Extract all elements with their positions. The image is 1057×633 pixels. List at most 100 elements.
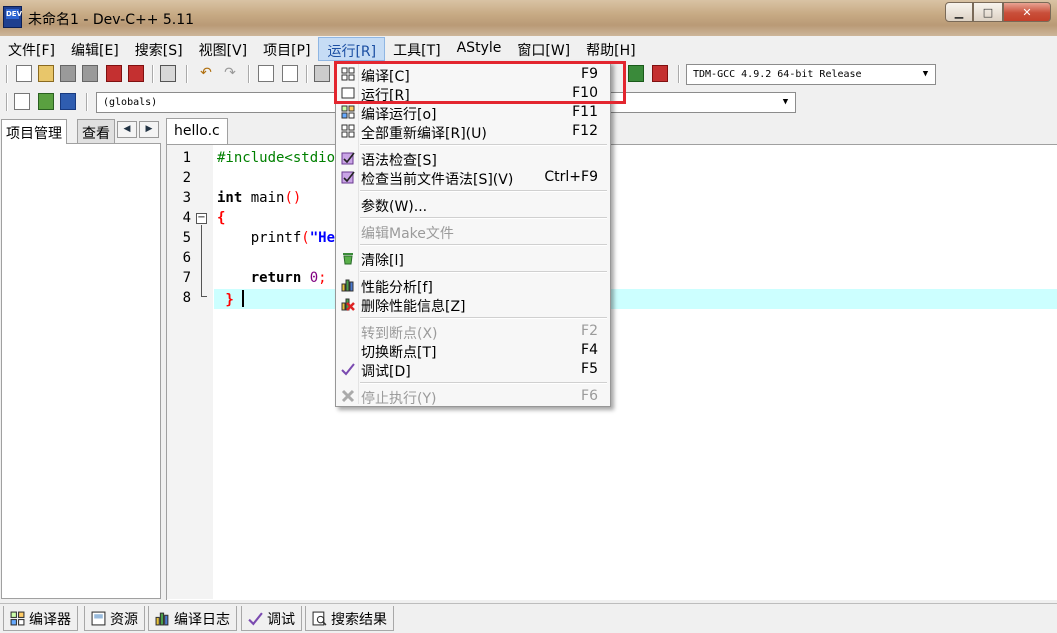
code-editor[interactable]: 1 2 3 4 5 6 7 8 − #include<stdio.h> int … bbox=[166, 144, 1057, 600]
menu-edit[interactable]: 编辑[E] bbox=[63, 37, 127, 61]
run-menu-goto-breakpoint[interactable]: 转到断点(X) F2 bbox=[338, 322, 608, 342]
line-number: 2 bbox=[182, 170, 191, 186]
minimize-icon: ▁ bbox=[954, 5, 964, 19]
tab-label: 编译日志 bbox=[174, 612, 230, 628]
menu-item-shortcut: F4 bbox=[581, 342, 598, 358]
run-menu-parameters[interactable]: 参数(W)... bbox=[338, 195, 608, 215]
run-menu-syntax-check[interactable]: 语法检查[S] bbox=[338, 149, 608, 169]
menu-window[interactable]: 窗口[W] bbox=[509, 37, 578, 61]
run-menu-rebuild-all[interactable]: 全部重新编译[R](U) F12 bbox=[338, 122, 608, 142]
print-icon[interactable] bbox=[160, 65, 176, 82]
line-number: 8 bbox=[182, 290, 191, 306]
run-menu-clean[interactable]: 清除[l] bbox=[338, 249, 608, 269]
fold-toggle-icon[interactable]: − bbox=[196, 213, 207, 224]
menu-run[interactable]: 运行[R] bbox=[318, 37, 386, 61]
maximize-button[interactable]: □ bbox=[973, 2, 1003, 22]
toolbar-grip bbox=[6, 65, 8, 83]
find-icon[interactable] bbox=[258, 65, 274, 82]
syntax-check-file-icon bbox=[341, 171, 355, 184]
menu-tools[interactable]: 工具[T] bbox=[385, 37, 448, 61]
insert-icon[interactable] bbox=[14, 93, 30, 110]
function-name: main bbox=[242, 190, 285, 206]
line-number: 5 bbox=[182, 230, 191, 246]
run-menu-delete-profile[interactable]: 删除性能信息[Z] bbox=[338, 295, 608, 315]
fold-guide bbox=[201, 225, 202, 297]
toolbar-separator bbox=[678, 65, 680, 83]
tab-compiler[interactable]: 编译器 bbox=[3, 606, 78, 631]
compiler-select[interactable]: TDM-GCC 4.9.2 64-bit Release ▼ bbox=[686, 64, 936, 85]
menu-separator bbox=[360, 144, 607, 146]
line-number: 7 bbox=[182, 270, 191, 286]
save-all-icon[interactable] bbox=[82, 65, 98, 82]
tab-debug[interactable]: 调试 bbox=[241, 606, 302, 631]
search-results-icon bbox=[312, 611, 327, 626]
compile-log-icon bbox=[155, 612, 169, 626]
tab-scroll-right-icon[interactable]: ▶ bbox=[139, 121, 159, 138]
close-icon: ✕ bbox=[1022, 5, 1032, 19]
line-number: 6 bbox=[182, 250, 191, 266]
menu-view[interactable]: 视图[V] bbox=[191, 37, 256, 61]
clean-icon bbox=[343, 253, 353, 265]
code-line-4: { bbox=[217, 210, 226, 226]
code-line-8: } bbox=[217, 290, 245, 308]
menu-search[interactable]: 搜索[S] bbox=[127, 37, 191, 61]
menu-item-label: 转到断点(X) bbox=[361, 326, 438, 342]
run-menu-stop[interactable]: 停止执行(Y) F6 bbox=[338, 387, 608, 407]
tab-class-browser[interactable]: 查看类 bbox=[77, 119, 115, 143]
minimize-button[interactable]: ▁ bbox=[945, 2, 973, 22]
menu-item-label: 停止执行(Y) bbox=[361, 391, 437, 407]
closing-brace: } bbox=[217, 292, 234, 308]
code-semicolon: ; bbox=[318, 270, 327, 286]
resources-icon bbox=[91, 611, 106, 626]
menu-file[interactable]: 文件[F] bbox=[0, 37, 63, 61]
tab-search-results[interactable]: 搜索结果 bbox=[305, 606, 394, 631]
code-line-3: int main() bbox=[217, 190, 301, 206]
goto-bookmark-icon[interactable] bbox=[60, 93, 76, 110]
undo-icon[interactable]: ↶ bbox=[198, 65, 214, 82]
menu-help[interactable]: 帮助[H] bbox=[578, 37, 643, 61]
keyword-return: return bbox=[217, 270, 302, 286]
toggle-bookmark-icon[interactable] bbox=[38, 93, 54, 110]
menu-astyle[interactable]: AStyle bbox=[449, 37, 510, 61]
redo-icon[interactable]: ↷ bbox=[222, 65, 238, 82]
toolbar-separator bbox=[248, 65, 250, 83]
chevron-down-icon[interactable]: ▼ bbox=[778, 95, 793, 110]
save-icon[interactable] bbox=[60, 65, 76, 82]
code-line-7: return 0; bbox=[217, 270, 327, 286]
menu-item-label: 语法检查[S] bbox=[361, 153, 437, 169]
toolbar-separator bbox=[186, 65, 188, 83]
project-tree[interactable] bbox=[1, 143, 161, 599]
run-menu-compile-run[interactable]: 编译运行[o] F11 bbox=[338, 103, 608, 123]
app-icon-label: DEV bbox=[6, 9, 23, 19]
goto-line-icon[interactable] bbox=[314, 65, 330, 82]
replace-icon[interactable] bbox=[282, 65, 298, 82]
run-menu-toggle-breakpoint[interactable]: 切换断点[T] F4 bbox=[338, 341, 608, 361]
run-menu-syntax-check-file[interactable]: 检查当前文件语法[S](V) Ctrl+F9 bbox=[338, 168, 608, 188]
tab-scroll-left-icon[interactable]: ◀ bbox=[117, 121, 137, 138]
delete-profile-toolbar-icon[interactable] bbox=[652, 65, 668, 82]
close-button[interactable]: ✕ bbox=[1003, 2, 1051, 22]
syntax-check-icon bbox=[341, 152, 355, 165]
close-all-icon[interactable] bbox=[128, 65, 144, 82]
line-number-gutter: 1 2 3 4 5 6 7 8 − bbox=[167, 145, 213, 599]
window-title: 未命名1 - Dev-C++ 5.11 bbox=[28, 12, 195, 28]
profile-icon bbox=[341, 279, 354, 292]
profile-toolbar-icon[interactable] bbox=[628, 65, 644, 82]
editor-tab-hello[interactable]: hello.c bbox=[166, 118, 228, 144]
keyword-int: int bbox=[217, 190, 243, 206]
open-file-icon[interactable] bbox=[38, 65, 54, 82]
run-menu-profile[interactable]: 性能分析[f] bbox=[338, 276, 608, 296]
close-file-icon[interactable] bbox=[106, 65, 122, 82]
menu-separator bbox=[360, 271, 607, 273]
tab-project-manager[interactable]: 项目管理 bbox=[1, 119, 67, 144]
tab-resources[interactable]: 资源 bbox=[84, 606, 145, 631]
chevron-down-icon[interactable]: ▼ bbox=[918, 67, 933, 82]
new-file-icon[interactable] bbox=[16, 65, 32, 82]
menu-project[interactable]: 项目[P] bbox=[255, 37, 318, 61]
run-menu-edit-makefile[interactable]: 编辑Make文件 bbox=[338, 222, 608, 242]
run-menu-debug[interactable]: 调试[D] F5 bbox=[338, 360, 608, 380]
compiler-icon bbox=[10, 611, 25, 626]
code-parens: () bbox=[284, 190, 302, 206]
toolbar-separator bbox=[152, 65, 154, 83]
tab-compile-log[interactable]: 编译日志 bbox=[148, 606, 237, 631]
